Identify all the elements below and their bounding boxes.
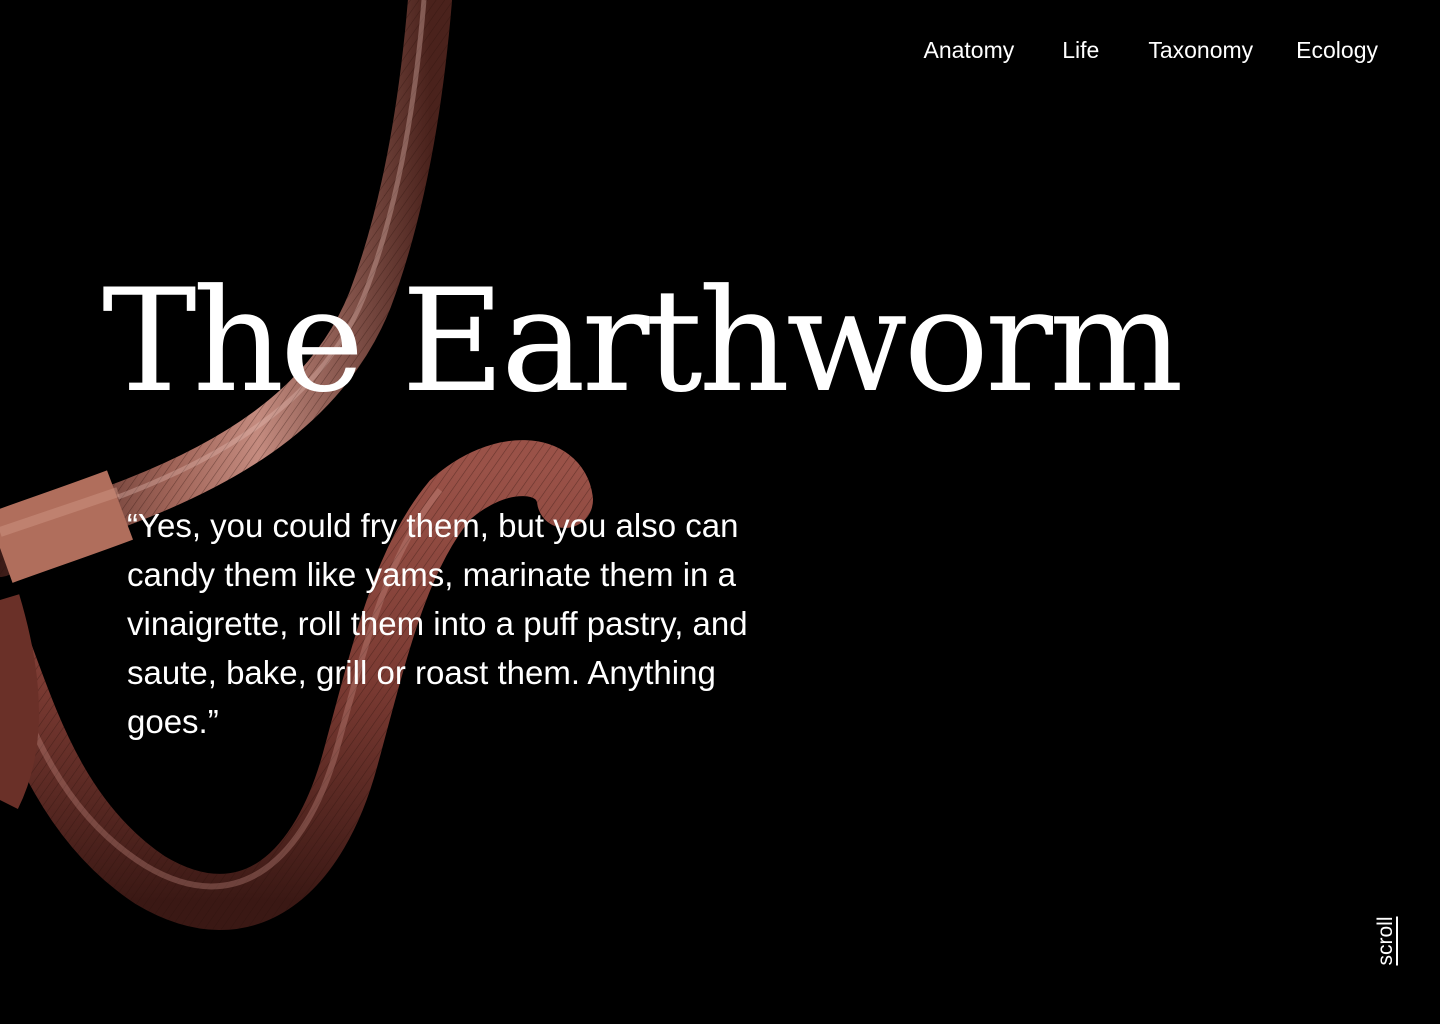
nav-item-life[interactable]: Life [1062,32,1099,68]
nav-item-taxonomy[interactable]: Taxonomy [1148,32,1253,68]
page-title: The Earthworm [102,259,1184,424]
scroll-label: scroll [1374,916,1397,966]
page: Anatomy Life Taxonomy Ecology The Earthw… [0,0,1440,1024]
quote-text: “Yes, you could fry them, but you also c… [127,507,748,740]
scroll-link[interactable]: scroll [1372,912,1400,970]
nav-item-ecology[interactable]: Ecology [1296,32,1378,68]
nav-item-anatomy[interactable]: Anatomy [923,32,1014,68]
main-nav: Anatomy Life Taxonomy Ecology [923,32,1378,68]
